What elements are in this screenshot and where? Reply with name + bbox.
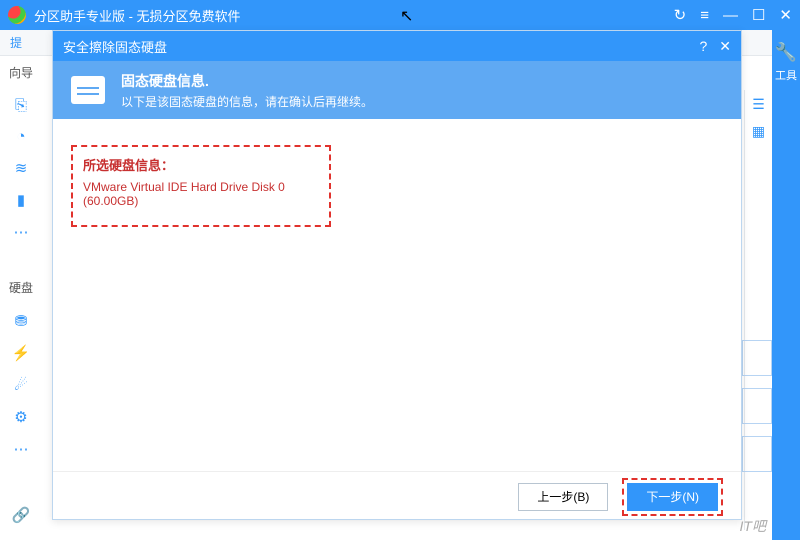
dialog-title-controls: ? ✕ [699, 38, 731, 55]
selected-disk-info-box: 所选硬盘信息： VMware Virtual IDE Hard Drive Di… [71, 145, 331, 227]
window-controls: ↻ ≡ — ☐ ✕ [674, 6, 792, 24]
ssd-info-icon [71, 76, 105, 104]
banner-text: 固态硬盘信息. 以下是该固态硬盘的信息，请在确认后再继续。 [121, 71, 373, 110]
wizard-partition-icon[interactable]: ≋ [15, 159, 28, 177]
info-box-disk-line: VMware Virtual IDE Hard Drive Disk 0 (60… [83, 180, 319, 208]
wizard-usb-icon[interactable]: ▮ [17, 191, 25, 209]
menu-icon[interactable]: ≡ [700, 7, 709, 24]
hint-text: 提 [10, 34, 22, 51]
tools-label: 工具 [775, 67, 797, 83]
help-icon[interactable]: ? [699, 38, 707, 55]
disk-drive-icon[interactable]: ⛃ [15, 312, 28, 330]
partition-block [742, 388, 772, 424]
app-title: 分区助手专业版 - 无损分区免费软件 [34, 6, 674, 25]
dialog-close-icon[interactable]: ✕ [719, 38, 731, 55]
view-grid-icon[interactable]: ☰ [752, 96, 765, 113]
back-button[interactable]: 上一步(B) [518, 483, 608, 511]
wizard-more-icon[interactable]: ⋯ [14, 223, 29, 241]
link-icon[interactable]: 🔗 [12, 506, 31, 524]
sidebar-section-disk: 硬盘 [0, 279, 42, 296]
wizard-disk-icon[interactable]: ◔ [16, 128, 25, 145]
dialog-title-bar: 安全擦除固态硬盘 ? ✕ [53, 31, 741, 61]
disk-more-icon[interactable]: ⋯ [14, 440, 29, 458]
disk-brush-icon[interactable]: ☄ [14, 376, 27, 394]
partition-preview-blocks [742, 340, 772, 484]
dialog-footer: 上一步(B) 下一步(N) [53, 471, 741, 521]
refresh-icon[interactable]: ↻ [674, 6, 687, 24]
dialog-banner: 固态硬盘信息. 以下是该固态硬盘的信息，请在确认后再继续。 [53, 61, 741, 119]
main-title-bar: 分区助手专业版 - 无损分区免费软件 ↻ ≡ — ☐ ✕ [0, 0, 800, 30]
info-box-header: 所选硬盘信息： [83, 155, 319, 174]
close-icon[interactable]: ✕ [779, 6, 792, 24]
disk-bolt-icon[interactable]: ⚡ [12, 344, 31, 362]
wizard-copy-icon[interactable]: ⎘ [15, 97, 27, 114]
app-logo-icon [8, 6, 26, 24]
partition-block [742, 340, 772, 376]
partition-block [742, 436, 772, 472]
dialog-body: 所选硬盘信息： VMware Virtual IDE Hard Drive Di… [53, 119, 741, 471]
dialog-title: 安全擦除固态硬盘 [63, 37, 699, 56]
wrench-icon[interactable]: 🔧 [775, 42, 797, 63]
next-button-emphasis: 下一步(N) [622, 478, 723, 516]
ssd-erase-dialog: 安全擦除固态硬盘 ? ✕ 固态硬盘信息. 以下是该固态硬盘的信息，请在确认后再继… [52, 30, 742, 520]
sidebar-section-wizard: 向导 [0, 64, 42, 81]
banner-heading: 固态硬盘信息. [121, 71, 373, 91]
banner-subtitle: 以下是该固态硬盘的信息，请在确认后再继续。 [121, 93, 373, 110]
left-sidebar: 向导 ⎘ ◔ ≋ ▮ ⋯ 硬盘 ⛃ ⚡ ☄ ⚙ ⋯ 🔗 [0, 56, 42, 540]
minimize-icon[interactable]: — [723, 7, 738, 24]
disk-gear-icon[interactable]: ⚙ [14, 408, 27, 426]
right-tool-strip: 🔧 工具 [772, 30, 800, 540]
next-button[interactable]: 下一步(N) [627, 483, 718, 511]
view-list-icon[interactable]: ▦ [752, 123, 765, 140]
maximize-icon[interactable]: ☐ [752, 6, 765, 24]
